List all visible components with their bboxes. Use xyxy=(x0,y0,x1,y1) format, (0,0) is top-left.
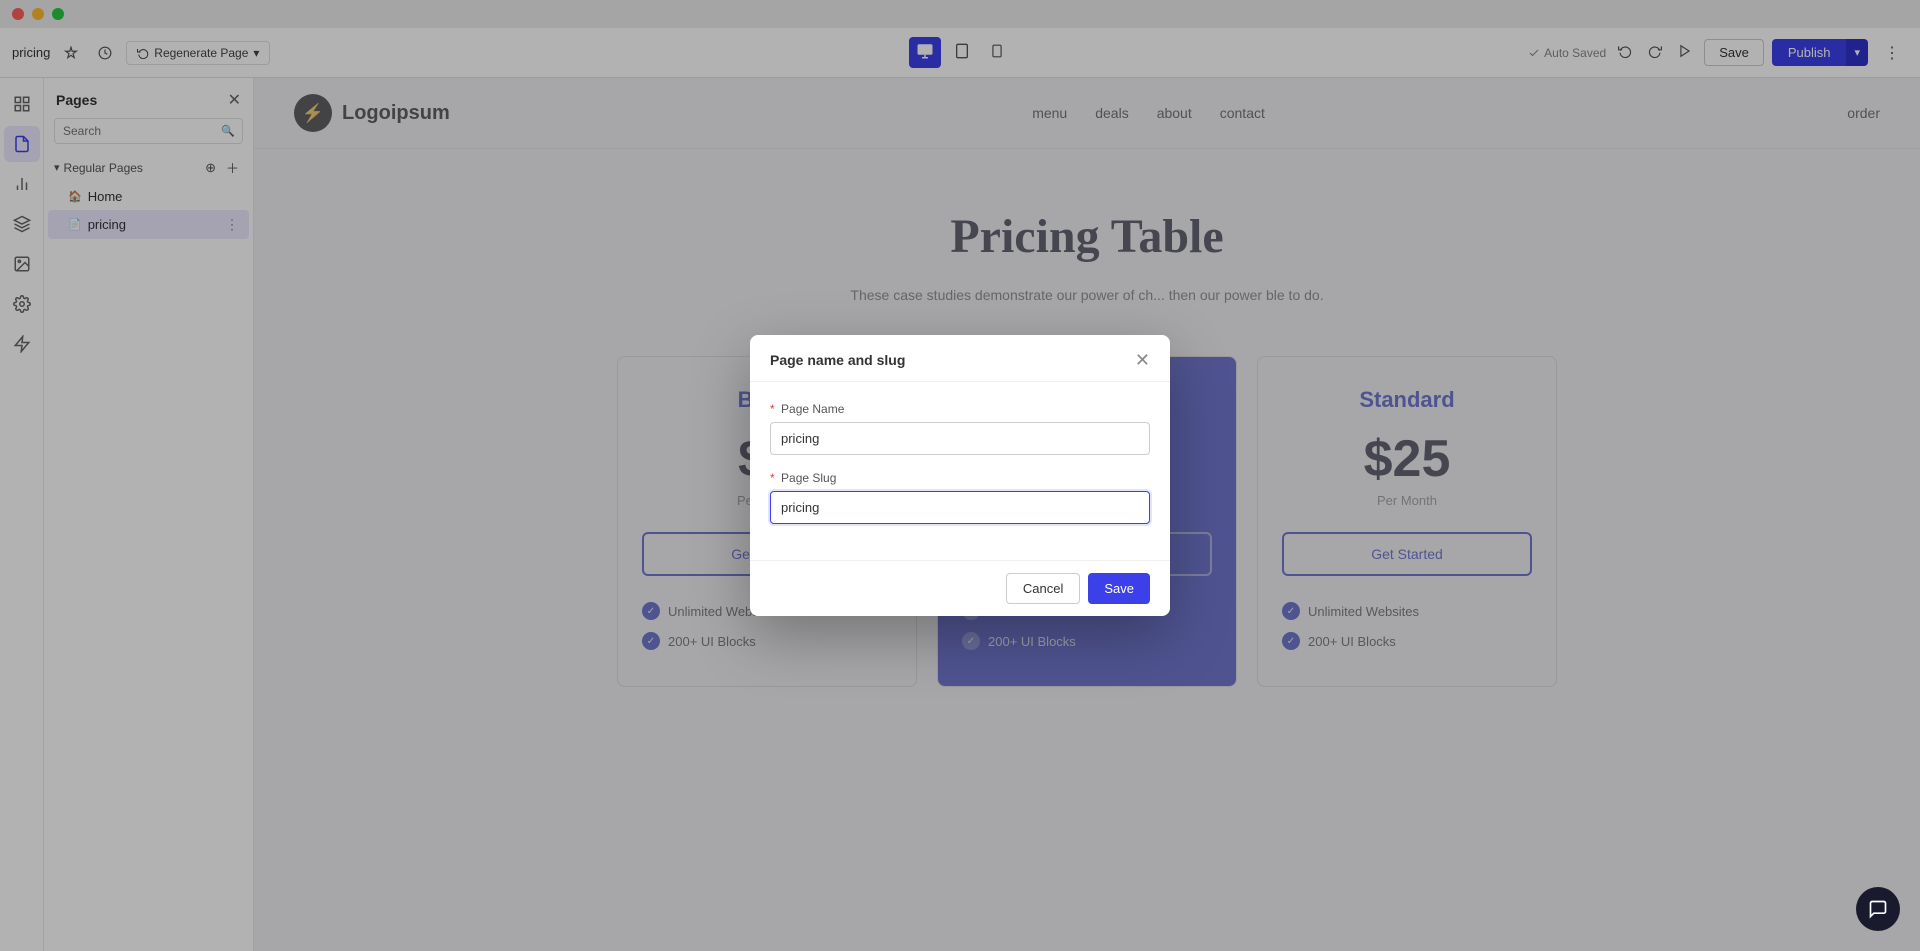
page-slug-required: * xyxy=(770,471,775,485)
modal-footer: Cancel Save xyxy=(750,560,1170,616)
modal-overlay[interactable]: Page name and slug ✕ * Page Name * Page … xyxy=(0,0,1920,951)
page-slug-group: * Page Slug xyxy=(770,471,1150,524)
page-name-input[interactable] xyxy=(770,422,1150,455)
modal-page-name-slug: Page name and slug ✕ * Page Name * Page … xyxy=(750,335,1170,616)
modal-close-button[interactable]: ✕ xyxy=(1135,351,1150,369)
page-slug-label: * Page Slug xyxy=(770,471,1150,485)
page-name-group: * Page Name xyxy=(770,402,1150,455)
modal-save-button[interactable]: Save xyxy=(1088,573,1150,604)
page-name-label: * Page Name xyxy=(770,402,1150,416)
page-name-required: * xyxy=(770,402,775,416)
modal-body: * Page Name * Page Slug xyxy=(750,382,1170,560)
modal-header: Page name and slug ✕ xyxy=(750,335,1170,382)
modal-title: Page name and slug xyxy=(770,352,905,368)
chat-bubble[interactable] xyxy=(1856,887,1900,931)
page-slug-input[interactable] xyxy=(770,491,1150,524)
modal-cancel-button[interactable]: Cancel xyxy=(1006,573,1080,604)
